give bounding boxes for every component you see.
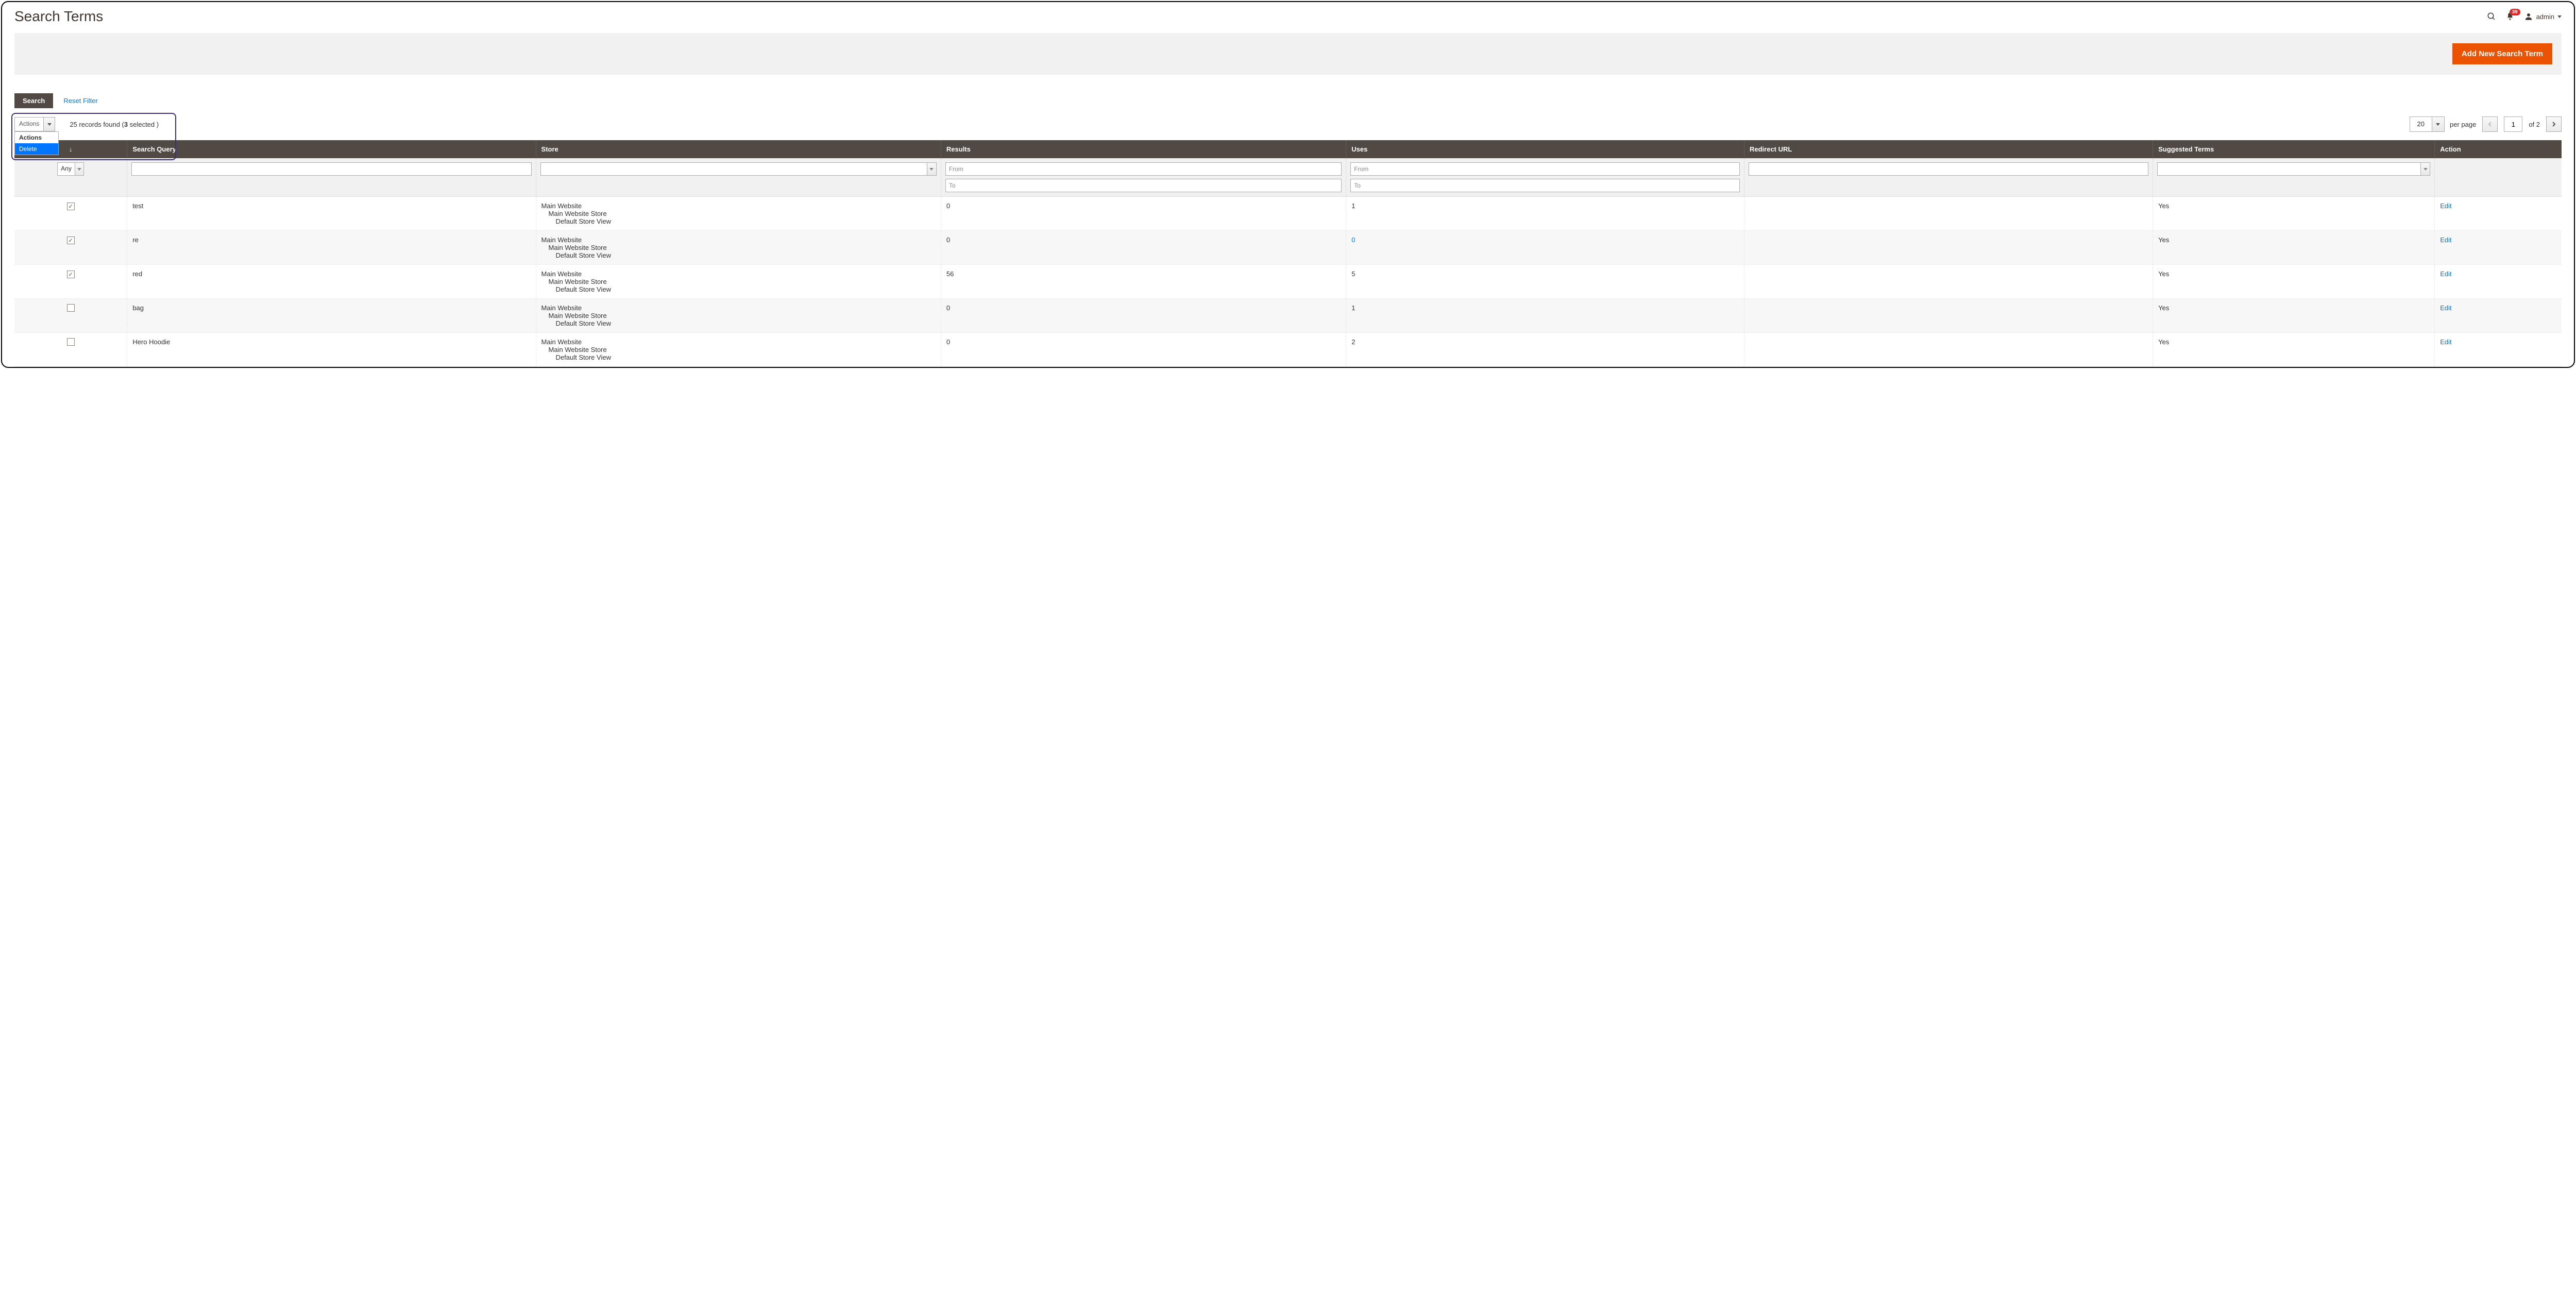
table-row[interactable]: ✓ testMain WebsiteMain Website StoreDefau… xyxy=(14,197,2562,231)
cell-store: Main WebsiteMain Website StoreDefault St… xyxy=(536,265,941,299)
per-page-value: 20 xyxy=(2410,117,2432,131)
cell-redirect xyxy=(1744,231,2153,265)
cell-store: Main WebsiteMain Website StoreDefault St… xyxy=(536,231,941,265)
table-row[interactable]: ✓ redMain WebsiteMain Website StoreDefaul… xyxy=(14,265,2562,299)
cell-redirect xyxy=(1744,333,2153,367)
cell-suggested: Yes xyxy=(2153,197,2435,231)
cell-results: 0 xyxy=(941,197,1346,231)
cell-search-query: Hero Hoodie xyxy=(127,333,536,367)
chevron-down-icon xyxy=(2420,163,2430,175)
row-checkbox[interactable] xyxy=(67,304,75,312)
prev-page-button[interactable] xyxy=(2482,116,2498,132)
chevron-down-icon xyxy=(75,163,83,175)
cell-redirect xyxy=(1744,197,2153,231)
col-header-results[interactable]: Results xyxy=(941,140,1346,158)
cell-suggested: Yes xyxy=(2153,333,2435,367)
cell-suggested: Yes xyxy=(2153,231,2435,265)
edit-link[interactable]: Edit xyxy=(2440,304,2451,312)
table-row[interactable]: Hero HoodieMain WebsiteMain Website Stor… xyxy=(14,333,2562,367)
edit-link[interactable]: Edit xyxy=(2440,338,2451,346)
admin-user-menu[interactable]: admin xyxy=(2524,12,2562,21)
table-row[interactable]: bagMain WebsiteMain Website StoreDefault… xyxy=(14,299,2562,333)
filter-suggested-select[interactable] xyxy=(2157,162,2430,176)
row-checkbox[interactable] xyxy=(67,338,75,346)
cell-search-query: re xyxy=(127,231,536,265)
col-header-store[interactable]: Store xyxy=(536,140,941,158)
notifications-icon[interactable]: 39 xyxy=(2505,12,2515,21)
cell-results: 56 xyxy=(941,265,1346,299)
actions-dropdown[interactable]: Actions xyxy=(14,117,55,131)
cell-results: 0 xyxy=(941,333,1346,367)
cell-redirect xyxy=(1744,265,2153,299)
filter-results-from[interactable] xyxy=(945,162,1342,176)
table-row[interactable]: ✓ reMain WebsiteMain Website StoreDefault… xyxy=(14,231,2562,265)
row-checkbox[interactable]: ✓ xyxy=(67,203,75,210)
admin-user-label: admin xyxy=(2536,13,2554,21)
actions-dropdown-menu: Actions Delete xyxy=(14,131,59,155)
col-header-redirect-url[interactable]: Redirect URL xyxy=(1744,140,2153,158)
page-title: Search Terms xyxy=(14,8,103,25)
filter-search-query-input[interactable] xyxy=(131,162,531,176)
filter-results-to[interactable] xyxy=(945,179,1342,192)
reset-filter-link[interactable]: Reset Filter xyxy=(63,97,97,105)
col-header-uses[interactable]: Uses xyxy=(1346,140,1744,158)
next-page-button[interactable] xyxy=(2546,116,2562,132)
cell-uses: 2 xyxy=(1346,333,1744,367)
cell-store: Main WebsiteMain Website StoreDefault St… xyxy=(536,197,941,231)
cell-store: Main WebsiteMain Website StoreDefault St… xyxy=(536,299,941,333)
per-page-label: per page xyxy=(2450,121,2476,128)
chevron-down-icon xyxy=(927,163,936,175)
col-header-search-query[interactable]: Search Query xyxy=(127,140,536,158)
cell-results: 0 xyxy=(941,231,1346,265)
cell-results: 0 xyxy=(941,299,1346,333)
cell-store: Main WebsiteMain Website StoreDefault St… xyxy=(536,333,941,367)
filter-store-select[interactable] xyxy=(540,162,937,176)
row-checkbox[interactable]: ✓ xyxy=(67,271,75,278)
notifications-badge: 39 xyxy=(2510,9,2520,15)
cell-uses: 0 xyxy=(1346,231,1744,265)
cell-suggested: Yes xyxy=(2153,265,2435,299)
col-header-suggested-terms[interactable]: Suggested Terms xyxy=(2153,140,2435,158)
actions-dropdown-label: Actions xyxy=(15,117,43,131)
col-header-action: Action xyxy=(2435,140,2562,158)
cell-uses: 5 xyxy=(1346,265,1744,299)
cell-redirect xyxy=(1744,299,2153,333)
row-checkbox[interactable]: ✓ xyxy=(67,237,75,244)
filter-uses-to[interactable] xyxy=(1350,179,1740,192)
per-page-select[interactable]: 20 xyxy=(2410,116,2445,132)
cell-search-query: red xyxy=(127,265,536,299)
edit-link[interactable]: Edit xyxy=(2440,202,2451,210)
search-icon[interactable] xyxy=(2487,12,2496,21)
filter-redirect-input[interactable] xyxy=(1749,162,2148,176)
records-found-text: 25 records found (3 selected ) xyxy=(70,121,159,128)
page-total-label: of 2 xyxy=(2529,121,2540,128)
edit-link[interactable]: Edit xyxy=(2440,236,2451,244)
cell-suggested: Yes xyxy=(2153,299,2435,333)
uses-link[interactable]: 0 xyxy=(1351,236,1355,244)
actions-menu-delete[interactable]: Delete xyxy=(15,143,58,155)
chevron-down-icon xyxy=(2557,15,2562,18)
page-number-input[interactable] xyxy=(2504,116,2522,132)
cell-uses: 1 xyxy=(1346,197,1744,231)
cell-search-query: test xyxy=(127,197,536,231)
filter-checkbox-select[interactable]: Any xyxy=(57,162,84,176)
chevron-down-icon xyxy=(43,117,55,131)
filter-uses-from[interactable] xyxy=(1350,162,1740,176)
cell-uses: 1 xyxy=(1346,299,1744,333)
actions-menu-header: Actions xyxy=(15,132,58,143)
edit-link[interactable]: Edit xyxy=(2440,270,2451,278)
chevron-down-icon xyxy=(2432,117,2444,131)
filter-any-label: Any xyxy=(58,163,75,175)
add-new-search-term-button[interactable]: Add New Search Term xyxy=(2452,43,2552,64)
search-button[interactable]: Search xyxy=(14,93,53,108)
cell-search-query: bag xyxy=(127,299,536,333)
